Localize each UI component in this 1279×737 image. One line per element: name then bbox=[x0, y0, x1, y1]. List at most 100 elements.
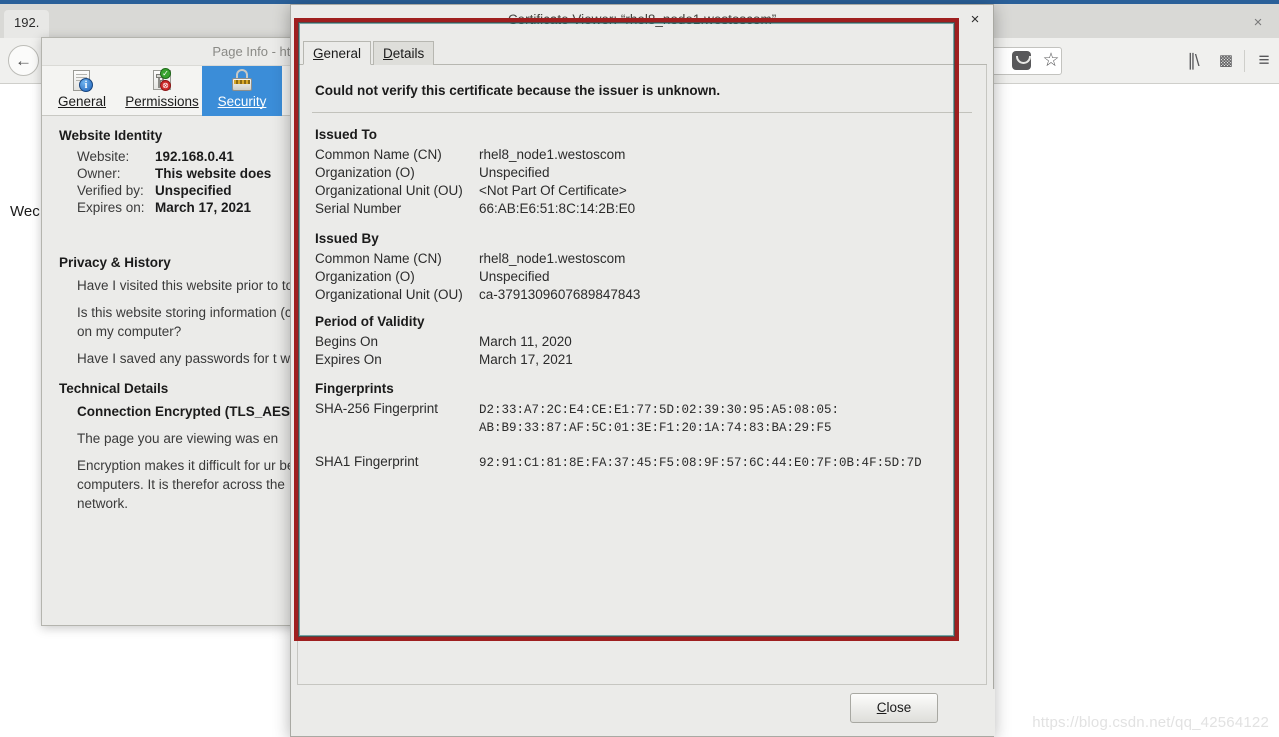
identity-label: Verified by: bbox=[77, 183, 144, 198]
group-title-issued-by: Issued By bbox=[315, 231, 379, 246]
identity-row-verified-by: Verified by: Unspecified bbox=[77, 183, 302, 198]
identity-value: March 17, 2021 bbox=[155, 200, 252, 215]
cert-row-value: D2:33:A7:2C:E4:CE:E1:77:5D:02:39:30:95:A… bbox=[479, 403, 840, 436]
close-button-label: lose bbox=[886, 700, 912, 715]
tab-details-label: etails bbox=[392, 46, 425, 61]
window-close-button[interactable]: × bbox=[1247, 12, 1269, 34]
pocket-icon[interactable] bbox=[1012, 51, 1031, 70]
cert-row-label: Organization (O) bbox=[315, 269, 415, 284]
page-info-security-panel: Website Identity Website: 192.168.0.41 O… bbox=[42, 116, 302, 625]
page-text-fragment: Wec bbox=[10, 203, 40, 220]
cert-row-label: SHA-256 Fingerprint bbox=[315, 401, 439, 416]
sidebar-icon[interactable]: ▩ bbox=[1215, 50, 1237, 72]
close-icon[interactable]: × bbox=[965, 10, 985, 30]
technical-details-heading: Technical Details bbox=[59, 380, 169, 396]
cert-row-value: rhel8_node1.westoscom bbox=[479, 147, 626, 162]
identity-value: Unspecified bbox=[155, 183, 232, 198]
cert-row-value: Unspecified bbox=[479, 165, 550, 180]
identity-label: Expires on: bbox=[77, 200, 145, 215]
cert-row-label: Organization (O) bbox=[315, 165, 415, 180]
cert-row: Organization (O) Unspecified bbox=[315, 165, 972, 180]
cert-row: Organization (O) Unspecified bbox=[315, 269, 972, 284]
sliders-permissions-icon: ✓ ⊗ bbox=[149, 68, 175, 93]
certificate-dialog-footer: Close bbox=[291, 689, 995, 736]
padlock-icon bbox=[229, 69, 255, 93]
page-info-title: Page Info - htt bbox=[212, 44, 294, 59]
identity-row-website: Website: 192.168.0.41 bbox=[77, 149, 302, 164]
cert-row-value: 66:AB:E6:51:8C:14:2B:E0 bbox=[479, 201, 636, 216]
certificate-viewer-titlebar: Certificate Viewer: “rhel8_node1.westosc… bbox=[291, 5, 993, 35]
group-title-period-of-validity: Period of Validity bbox=[315, 314, 425, 329]
tab-security[interactable]: Security bbox=[202, 66, 282, 116]
tab-certificate-details[interactable]: Details bbox=[373, 41, 435, 65]
identity-label: Owner: bbox=[77, 166, 121, 181]
cert-row: Begins On March 11, 2020 bbox=[315, 334, 972, 349]
cert-row-value: Unspecified bbox=[479, 269, 550, 284]
cert-row: Common Name (CN) rhel8_node1.westoscom bbox=[315, 147, 972, 162]
toolbar-divider bbox=[1244, 50, 1245, 72]
certificate-viewer-title: Certificate Viewer: “rhel8_node1.westosc… bbox=[507, 12, 777, 27]
cert-row: Common Name (CN) rhel8_node1.westoscom bbox=[315, 251, 972, 266]
group-title-fingerprints: Fingerprints bbox=[315, 381, 394, 396]
identity-label: Website: bbox=[77, 149, 130, 164]
page-info-tablist: i General ✓ ⊗ Permissions Security bbox=[42, 66, 302, 116]
divider bbox=[312, 112, 972, 113]
tab-certificate-general[interactable]: General bbox=[303, 41, 372, 65]
tab-security-label: Security bbox=[217, 94, 267, 109]
cert-row-label: Common Name (CN) bbox=[315, 147, 442, 162]
cert-row-value: March 11, 2020 bbox=[479, 334, 572, 349]
certificate-viewer-dialog: Certificate Viewer: “rhel8_node1.westosc… bbox=[290, 4, 995, 737]
tab-general-label: eneral bbox=[323, 46, 362, 61]
tab-general[interactable]: i General bbox=[42, 66, 122, 116]
cert-row-value: <Not Part Of Certificate> bbox=[479, 183, 627, 198]
identity-row-expires-on: Expires on: March 17, 2021 bbox=[77, 200, 302, 215]
tab-permissions[interactable]: ✓ ⊗ Permissions bbox=[122, 66, 202, 116]
certificate-general-panel: Could not verify this certificate becaus… bbox=[297, 65, 987, 685]
hamburger-menu-icon[interactable]: ≡ bbox=[1253, 50, 1275, 72]
cert-row-value: rhel8_node1.westoscom bbox=[479, 251, 626, 266]
cert-row-label: Expires On bbox=[315, 352, 382, 367]
cert-row-label: Organizational Unit (OU) bbox=[315, 287, 463, 302]
privacy-item: Have I saved any passwords for t website… bbox=[77, 351, 302, 367]
website-identity-heading: Website Identity bbox=[59, 128, 163, 143]
cert-row: Serial Number 66:AB:E6:51:8C:14:2B:E0 bbox=[315, 201, 972, 216]
close-button[interactable]: Close bbox=[850, 693, 938, 723]
document-info-icon: i bbox=[69, 69, 95, 93]
bookmark-star-icon[interactable]: ☆ bbox=[1040, 50, 1062, 72]
identity-value: This website does bbox=[155, 166, 272, 181]
back-arrow-icon[interactable]: ← bbox=[8, 45, 39, 76]
tab-details-accel: D bbox=[383, 46, 393, 61]
cert-row-value: 92:91:C1:81:8E:FA:37:45:F5:08:9F:57:6C:4… bbox=[479, 456, 922, 471]
cert-row-value: ca-3791309607689847843 bbox=[479, 287, 641, 302]
library-icon[interactable]: ∥\ bbox=[1182, 50, 1204, 72]
privacy-item: Is this website storing information (coo… bbox=[77, 305, 302, 340]
cert-row-label: Common Name (CN) bbox=[315, 251, 442, 266]
cert-row-label: Begins On bbox=[315, 334, 379, 349]
watermark-text: https://blog.csdn.net/qq_42564122 bbox=[1032, 714, 1269, 731]
certificate-tablist: General Details bbox=[297, 35, 987, 65]
privacy-item: Have I visited this website prior to tod… bbox=[77, 278, 302, 293]
cert-row-label: SHA1 Fingerprint bbox=[315, 454, 419, 470]
cert-row: Organizational Unit (OU) <Not Part Of Ce… bbox=[315, 183, 972, 198]
browser-tab[interactable]: 192. bbox=[4, 10, 50, 38]
cert-row: Expires On March 17, 2021 bbox=[315, 352, 972, 367]
tab-general-accel: G bbox=[313, 46, 324, 61]
cert-row-value: March 17, 2021 bbox=[479, 352, 573, 367]
identity-row-owner: Owner: This website does bbox=[77, 166, 302, 181]
screen: 192. × ← ☆ ∥\ ▩ ≡ Wec Page Info - htt i bbox=[0, 0, 1279, 737]
cert-row-label: Serial Number bbox=[315, 201, 402, 216]
cert-row-label: Organizational Unit (OU) bbox=[315, 183, 463, 198]
technical-item: The page you are viewing was en bbox=[77, 430, 279, 446]
technical-item: Encryption makes it difficult for ur bet… bbox=[77, 457, 302, 512]
connection-status: Connection Encrypted (TLS_AES bbox=[77, 403, 291, 419]
privacy-history-heading: Privacy & History bbox=[59, 255, 171, 270]
certificate-viewer-body: General Details Could not verify this ce… bbox=[297, 35, 987, 690]
tab-general-label: General bbox=[57, 94, 107, 109]
tab-permissions-label: Permissions bbox=[125, 94, 199, 109]
page-info-titlebar: Page Info - htt bbox=[42, 38, 302, 66]
